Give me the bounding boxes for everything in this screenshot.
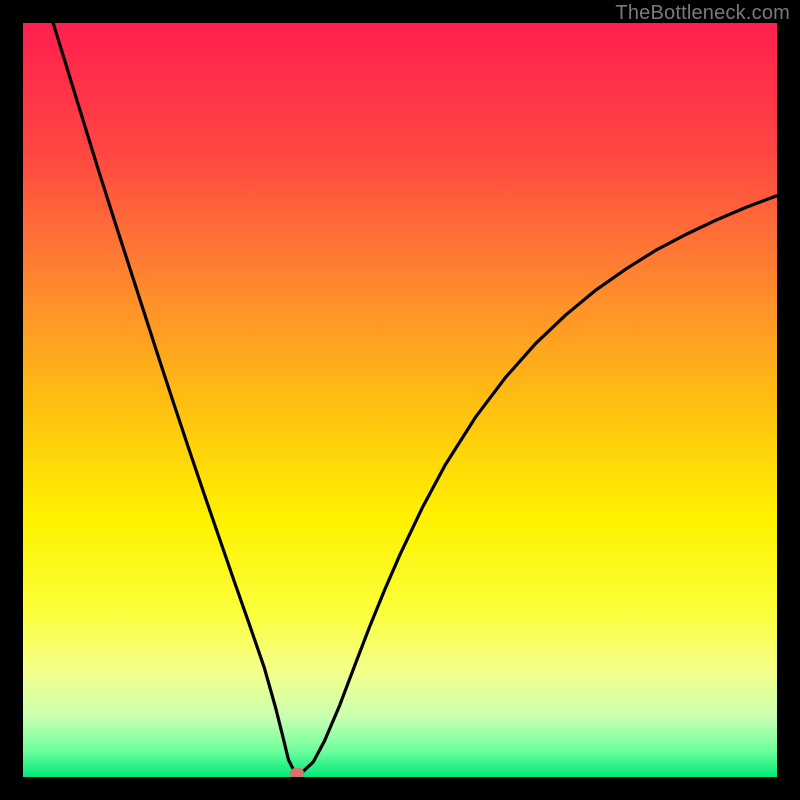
bottleneck-curve	[23, 23, 777, 777]
minimum-marker	[290, 768, 304, 777]
watermark-text: TheBottleneck.com	[615, 2, 790, 25]
chart-frame: TheBottleneck.com	[0, 0, 800, 800]
plot-area	[23, 23, 777, 777]
